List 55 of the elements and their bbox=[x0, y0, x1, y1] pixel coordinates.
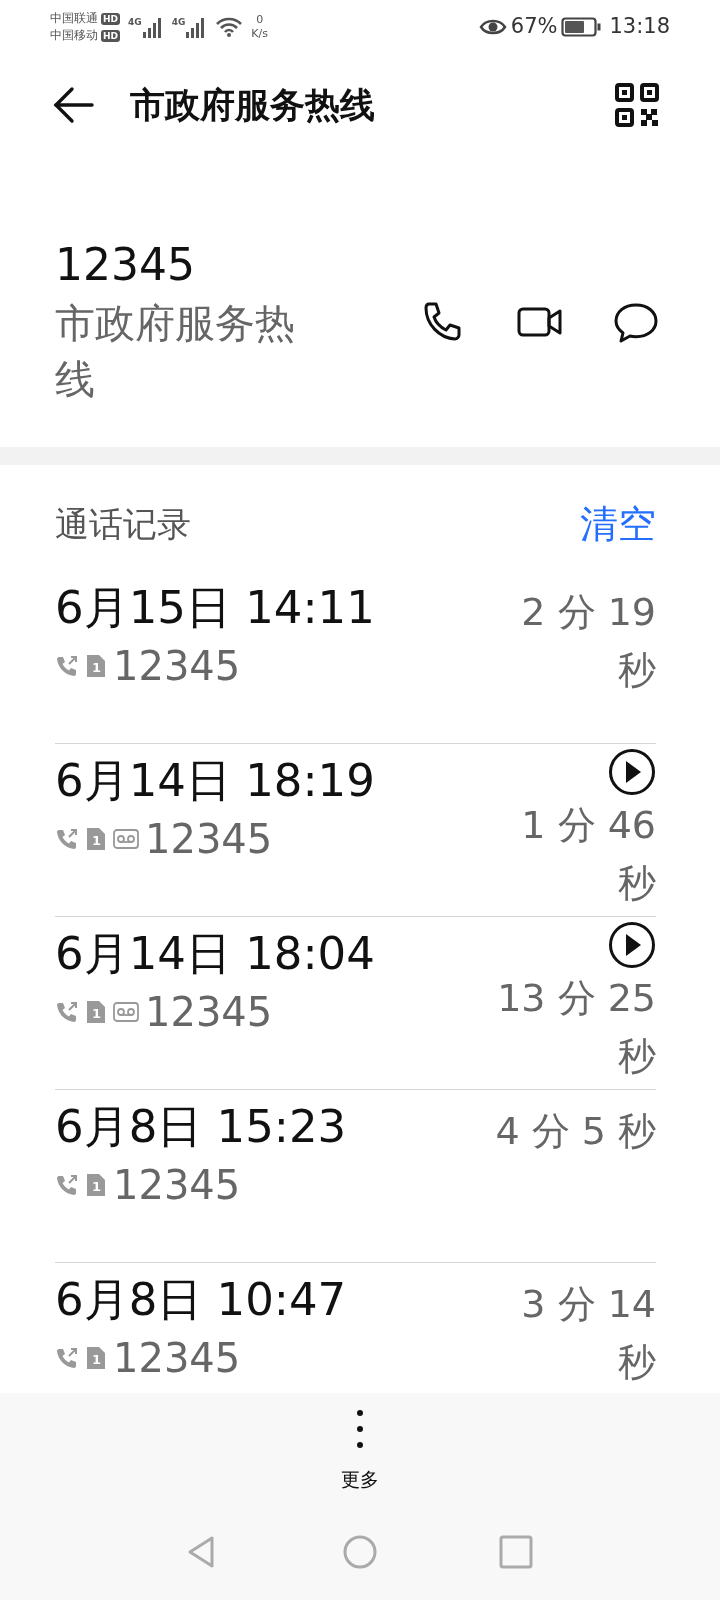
outgoing-call-icon bbox=[55, 1346, 79, 1370]
more-button[interactable]: 更多 bbox=[341, 1409, 379, 1494]
call-number: 12345 bbox=[113, 1162, 241, 1208]
outgoing-call-icon bbox=[55, 654, 79, 678]
battery-icon bbox=[561, 16, 602, 38]
speed-unit: K/s bbox=[251, 27, 268, 41]
contact-number: 12345 bbox=[55, 238, 196, 292]
sim-number: 1 bbox=[92, 660, 102, 675]
play-icon bbox=[608, 921, 656, 969]
signal-icon bbox=[141, 16, 164, 38]
sim-number: 1 bbox=[92, 1352, 102, 1367]
battery-percent: 67% bbox=[510, 13, 558, 41]
sim-number: 1 bbox=[92, 833, 102, 848]
call-number: 12345 bbox=[145, 989, 273, 1035]
network-type: 4G bbox=[171, 16, 186, 29]
call-number: 12345 bbox=[113, 1335, 241, 1381]
call-date: 6月14日 18:04 bbox=[55, 927, 375, 981]
call-number: 12345 bbox=[113, 643, 241, 689]
call-duration: 13 分 25 秒 bbox=[496, 975, 656, 1080]
outgoing-call-icon bbox=[55, 827, 79, 851]
contact-name: 市政府服务热线 bbox=[55, 299, 296, 404]
more-dots-icon bbox=[356, 1409, 364, 1449]
play-icon bbox=[608, 748, 656, 796]
call-duration: 2 分 19 秒 bbox=[520, 589, 656, 694]
outgoing-call-icon bbox=[55, 1000, 79, 1024]
qr-code-icon bbox=[614, 82, 660, 128]
sim-number: 1 bbox=[92, 1179, 102, 1194]
carrier-name: 中国联通 bbox=[50, 11, 98, 25]
section-title: 通话记录 bbox=[55, 502, 191, 546]
call-date: 6月14日 18:19 bbox=[55, 754, 375, 808]
sim-number: 1 bbox=[92, 1006, 102, 1021]
call-date: 6月8日 15:23 bbox=[55, 1100, 347, 1154]
call-duration: 4 分 5 秒 bbox=[494, 1108, 656, 1155]
page-title: 市政府服务热线 bbox=[130, 83, 375, 127]
call-duration: 1 分 46 秒 bbox=[520, 802, 656, 907]
call-duration: 3 分 14 秒 bbox=[520, 1281, 656, 1386]
play-button[interactable] bbox=[608, 921, 656, 969]
qr-code-button[interactable] bbox=[614, 82, 660, 128]
speed-value: 0 bbox=[255, 13, 265, 27]
wifi-icon bbox=[215, 16, 244, 38]
eye-icon bbox=[478, 17, 507, 37]
call-date: 6月15日 14:11 bbox=[55, 581, 375, 635]
hd-badge: HD bbox=[101, 13, 120, 25]
clock: 13:18 bbox=[609, 13, 670, 41]
carrier-name: 中国移动 bbox=[50, 28, 98, 42]
back-button[interactable] bbox=[52, 85, 94, 125]
call-number: 12345 bbox=[145, 816, 273, 862]
hd-badge: HD bbox=[101, 30, 120, 42]
network-type: 4G bbox=[128, 16, 142, 29]
play-button[interactable] bbox=[608, 748, 656, 796]
clear-button[interactable]: 清空 bbox=[580, 495, 656, 553]
outgoing-call-icon bbox=[55, 1173, 79, 1197]
voicemail-icon bbox=[113, 1001, 139, 1023]
call-date: 6月8日 10:47 bbox=[55, 1273, 347, 1327]
voicemail-icon bbox=[113, 828, 139, 850]
